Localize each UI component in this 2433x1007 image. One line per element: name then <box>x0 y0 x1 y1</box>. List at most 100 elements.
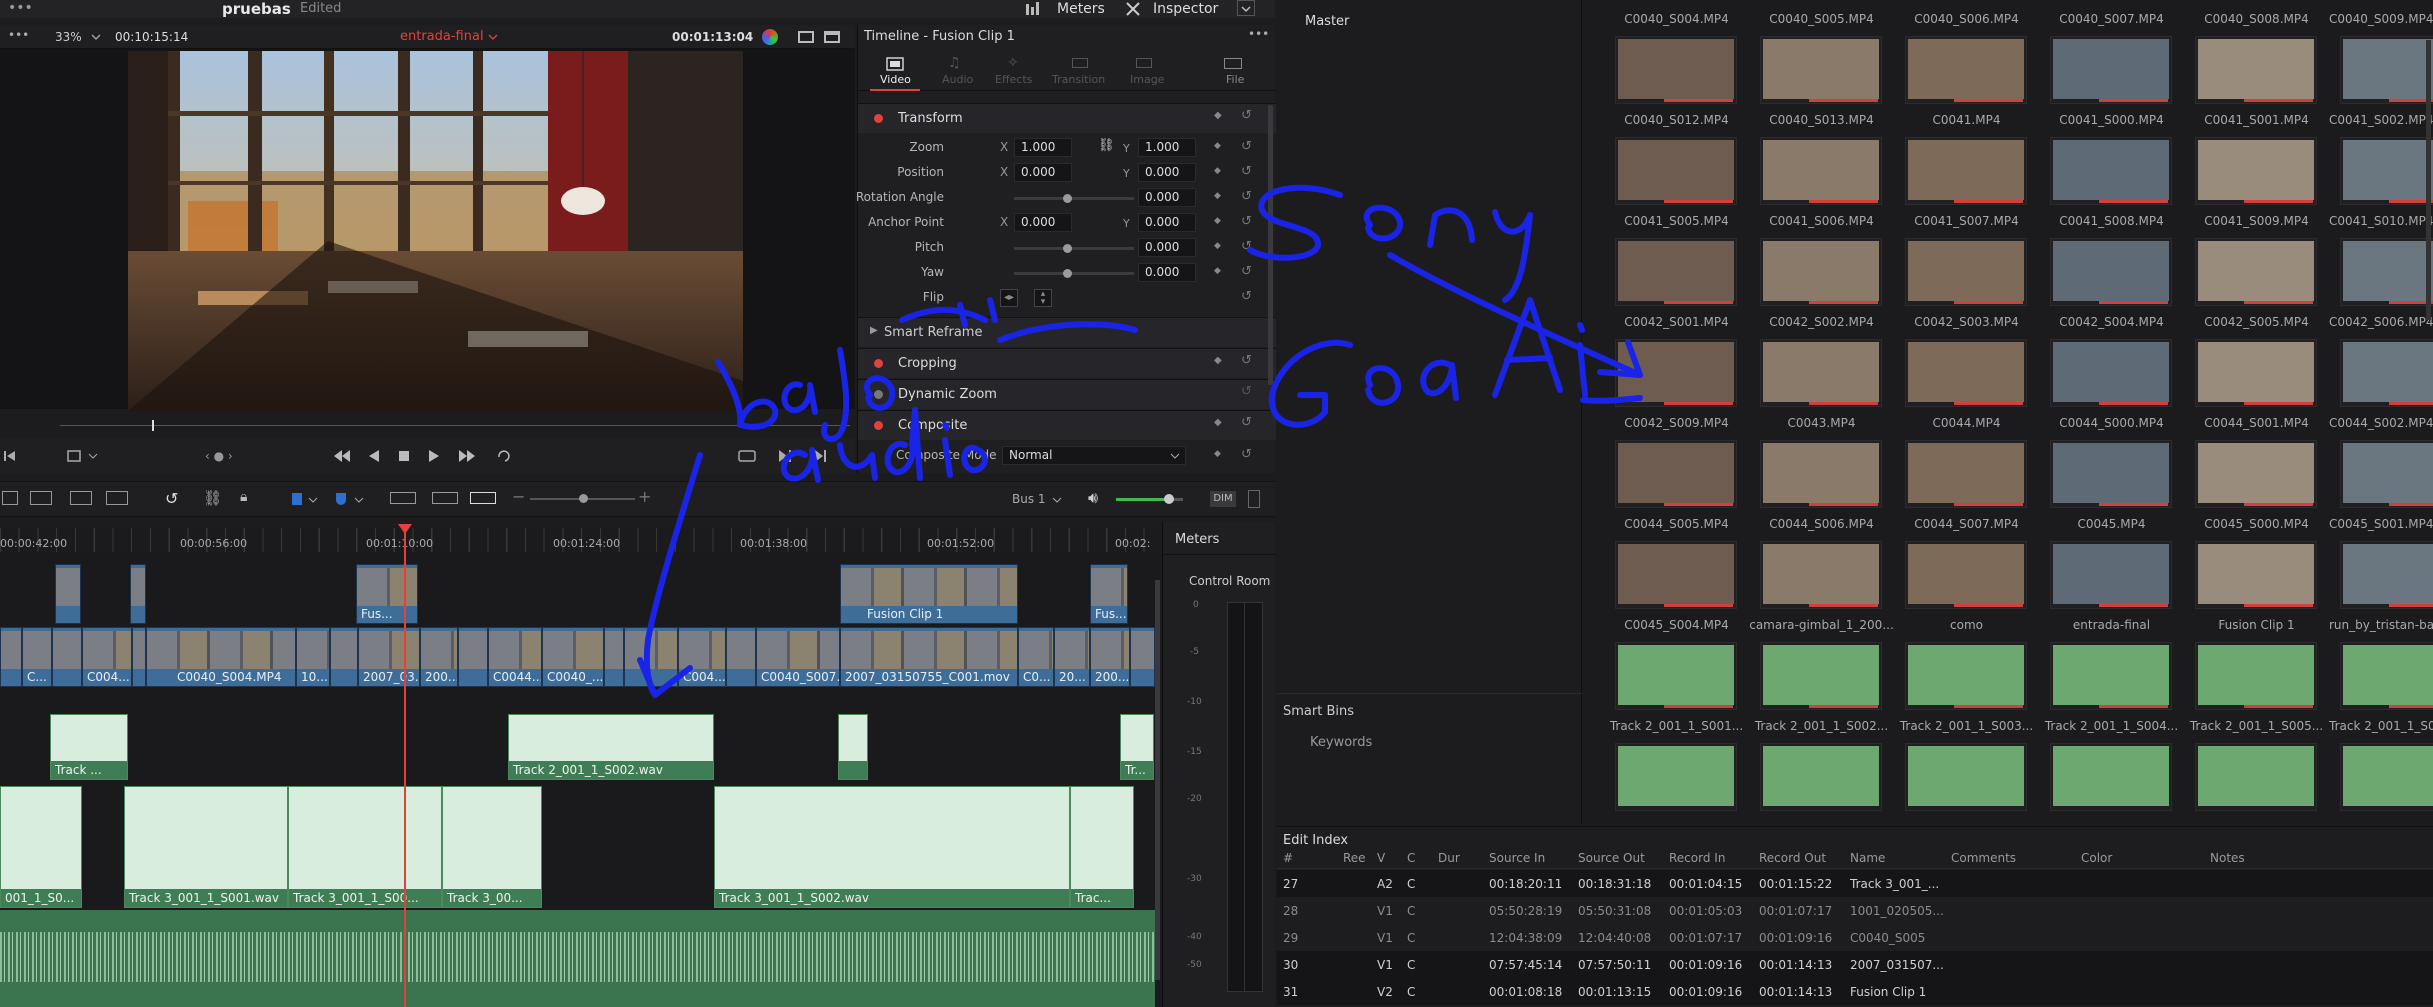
audio-clip-thumbnail[interactable] <box>2050 642 2172 710</box>
audio-clip-thumbnail[interactable] <box>1905 743 2027 811</box>
viewer-clip-name-dropdown[interactable]: entrada-final <box>400 29 484 44</box>
chevron-down-icon[interactable] <box>88 452 98 460</box>
play-range-icon[interactable] <box>778 449 792 463</box>
audio-clip[interactable]: 001_1_S0... <box>0 786 82 908</box>
timeline-clip[interactable]: 2007_03150755_C001.mov <box>840 627 1018 687</box>
audio-clip-thumbnail[interactable] <box>1905 642 2027 710</box>
keyframe-diamond-icon[interactable]: ◆ <box>1214 417 1222 428</box>
loop-icon[interactable] <box>496 449 514 463</box>
audio-clip[interactable]: Track 3_001_1_S00... <box>288 786 442 908</box>
keyframe-diamond-icon[interactable]: ◆ <box>1214 355 1222 366</box>
keyframe-diamond-icon[interactable]: ◆ <box>1214 141 1221 151</box>
anchor-y-field[interactable]: 0.000 <box>1138 213 1196 232</box>
timeline-zoom-knob[interactable] <box>579 494 588 503</box>
audio-clip-thumbnail[interactable] <box>2340 743 2433 811</box>
timeline-clip[interactable]: C0... <box>1018 627 1054 687</box>
timeline-clip[interactable]: 200... <box>1090 627 1130 687</box>
table-row[interactable]: 28 V1 C 05:50:28:19 05:50:31:08 00:01:05:03 00… <box>1277 897 2433 924</box>
lock-icon[interactable]: 🔒︎ <box>240 489 247 505</box>
viewer-options-icon[interactable]: ••• <box>8 28 29 42</box>
volume-slider[interactable] <box>1116 498 1171 501</box>
pitch-field[interactable]: 0.000 <box>1138 238 1196 257</box>
bin-keywords[interactable]: Keywords <box>1310 735 1372 750</box>
chevron-down-icon[interactable] <box>308 496 318 504</box>
previous-clip-icon[interactable] <box>333 449 351 463</box>
audio-clip[interactable] <box>838 714 868 780</box>
clip-thumbnail[interactable] <box>1760 137 1882 205</box>
timeline-clip[interactable] <box>624 627 678 687</box>
dynamic-zoom-section-header[interactable]: Dynamic Zoom ↺ <box>858 379 1276 409</box>
next-clip-icon[interactable] <box>458 449 476 463</box>
clip-thumbnail[interactable] <box>2340 238 2433 306</box>
clip-thumbnail[interactable] <box>1760 541 1882 609</box>
reverse-play-icon[interactable] <box>368 449 380 463</box>
transform-overlay-icon[interactable] <box>66 449 82 463</box>
clip-thumbnail[interactable] <box>2340 137 2433 205</box>
window-expand-button[interactable] <box>1237 0 1255 16</box>
jump-start-icon[interactable] <box>4 450 16 462</box>
audio-clip-thumbnail[interactable] <box>1760 743 1882 811</box>
play-icon[interactable] <box>428 449 440 463</box>
cinema-mode-icon[interactable] <box>824 31 840 43</box>
timeline-clip[interactable] <box>0 627 22 687</box>
clip-thumbnail[interactable] <box>1615 440 1737 508</box>
timeline-clip[interactable] <box>132 627 146 687</box>
keyframe-diamond-icon[interactable]: ◆ <box>1214 191 1221 201</box>
clip-thumbnail[interactable] <box>1905 440 2027 508</box>
timeline-clip[interactable]: 2007_03... <box>358 627 420 687</box>
cropping-section-header[interactable]: Cropping ◆ ↺ <box>858 348 1276 378</box>
clip-thumbnail[interactable] <box>2195 541 2317 609</box>
timeline-clip[interactable]: 200... <box>420 627 458 687</box>
yaw-slider[interactable] <box>1014 272 1134 275</box>
mixer-toggle-icon[interactable] <box>1248 490 1260 508</box>
color-wheel-icon[interactable] <box>762 29 778 45</box>
reset-icon[interactable]: ↺ <box>1241 108 1252 123</box>
column-header[interactable]: # <box>1283 851 1293 865</box>
column-header[interactable]: Source Out <box>1578 851 1645 865</box>
column-header[interactable]: Dur <box>1438 851 1460 865</box>
timeline-clip[interactable] <box>1130 627 1155 687</box>
viewer-zoom-dropdown[interactable]: 33% <box>55 30 82 44</box>
keyframe-diamond-icon[interactable]: ◆ <box>1214 166 1221 176</box>
clip-thumbnail[interactable] <box>2340 541 2433 609</box>
audio-clip-thumbnail[interactable] <box>1615 642 1737 710</box>
transform-enable-toggle[interactable] <box>874 114 883 123</box>
audio-clip[interactable]: Track 3_001_1_S001.wav <box>124 786 288 908</box>
audio-clip[interactable]: Track 3_00... <box>442 786 542 908</box>
audio-clip-thumbnail[interactable] <box>2340 642 2433 710</box>
clip-thumbnail[interactable] <box>2050 541 2172 609</box>
clip-thumbnail[interactable] <box>2195 137 2317 205</box>
clip-thumbnail[interactable] <box>2050 36 2172 104</box>
table-row[interactable]: 31 V2 C 00:01:08:18 00:01:13:15 00:01:09:16 00… <box>1277 978 2433 1005</box>
tab-image[interactable]: Image <box>1120 55 1170 91</box>
rotation-field[interactable]: 0.000 <box>1138 188 1196 207</box>
clip-thumbnail[interactable] <box>1615 36 1737 104</box>
clip-thumbnail[interactable] <box>2050 238 2172 306</box>
timeline-tracks[interactable]: Fus... Fusion Clip 1 Fus... C... C004...… <box>0 552 1160 1007</box>
timeline-clip[interactable]: C0040_... <box>542 627 604 687</box>
viewer-scrub-bar[interactable] <box>60 419 850 433</box>
tab-audio[interactable]: ♫ Audio <box>934 55 979 91</box>
audio-clip[interactable]: Tr... <box>1120 714 1154 780</box>
column-header[interactable]: Record Out <box>1759 851 1826 865</box>
marker-icon[interactable] <box>336 493 346 505</box>
marker-nav-icon[interactable]: ‹ ● › <box>205 449 233 463</box>
scrub-playhead[interactable] <box>152 420 154 431</box>
column-header[interactable]: Ree <box>1343 851 1366 865</box>
table-row[interactable]: 30 V1 C 07:57:45:14 07:57:50:11 00:01:09:16 00… <box>1277 951 2433 978</box>
timeline-clip[interactable] <box>458 627 488 687</box>
dim-button[interactable]: DIM <box>1210 491 1236 507</box>
keyframe-diamond-icon[interactable]: ◆ <box>1214 241 1221 251</box>
composite-enable-toggle[interactable] <box>874 421 883 430</box>
reset-icon[interactable]: ↺ <box>1241 164 1252 179</box>
audio-clip-thumbnail[interactable] <box>2195 743 2317 811</box>
clip-thumbnail[interactable] <box>2340 440 2433 508</box>
bin-master[interactable]: Master <box>1305 14 1349 29</box>
timeline-clip[interactable]: C... <box>22 627 52 687</box>
tab-effects[interactable]: ✧ Effects <box>989 55 1039 91</box>
clip-thumbnail[interactable] <box>2195 339 2317 407</box>
zoom-out-icon[interactable]: − <box>512 487 525 506</box>
timeline-clip[interactable]: C0040_S007... <box>756 627 840 687</box>
timeline-clip[interactable]: C0040_S004.MP4 <box>146 627 296 687</box>
inspector-scrollbar[interactable] <box>1268 105 1273 385</box>
